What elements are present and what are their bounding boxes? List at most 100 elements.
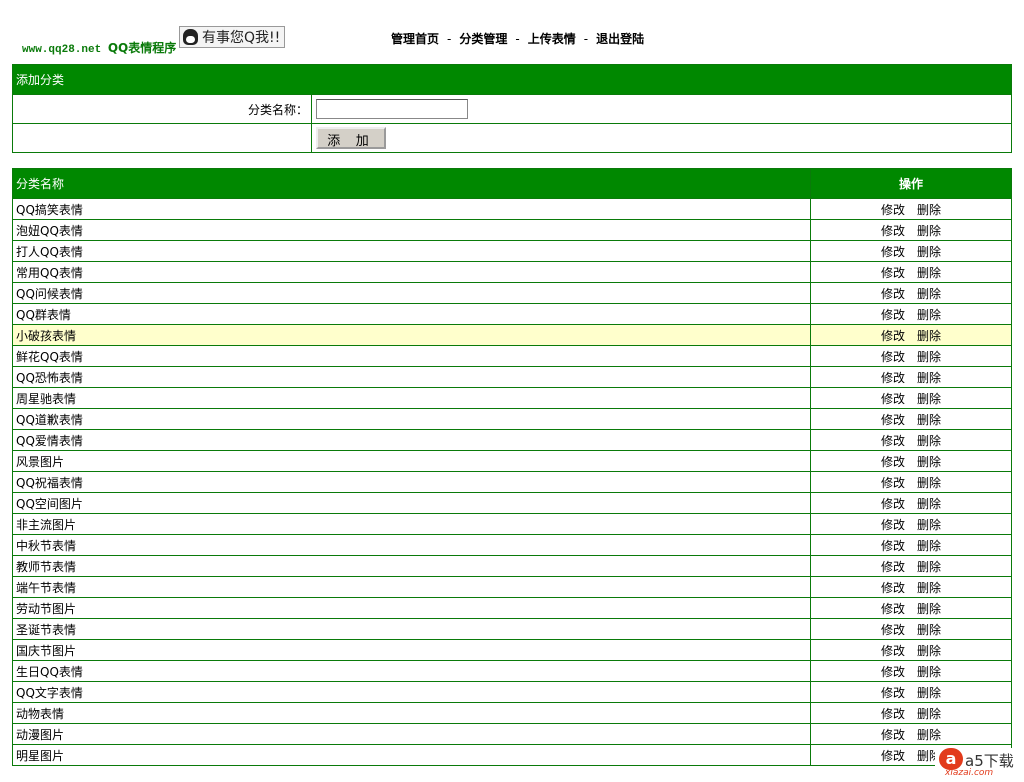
watermark-logo: a a5下载 xiazai.com (935, 748, 1015, 778)
edit-link[interactable]: 修改 (881, 371, 905, 385)
delete-link[interactable]: 删除 (917, 413, 941, 427)
site-logo[interactable]: www.qq28.net QQ表情程序 (22, 39, 176, 56)
edit-link[interactable]: 修改 (881, 224, 905, 238)
edit-link[interactable]: 修改 (881, 392, 905, 406)
edit-link[interactable]: 修改 (881, 749, 905, 763)
category-name: 泡妞QQ表情 (12, 219, 811, 241)
edit-link[interactable]: 修改 (881, 203, 905, 217)
delete-link[interactable]: 删除 (917, 476, 941, 490)
category-name: 教师节表情 (12, 555, 811, 577)
table-row: 风景图片 修改 删除 (12, 450, 1012, 472)
table-row: 圣诞节表情 修改 删除 (12, 618, 1012, 640)
edit-link[interactable]: 修改 (881, 350, 905, 364)
row-actions: 修改 删除 (810, 597, 1012, 619)
delete-link[interactable]: 删除 (917, 203, 941, 217)
nav-sep: - (583, 32, 589, 46)
category-name: 端午节表情 (12, 576, 811, 598)
row-actions: 修改 删除 (810, 282, 1012, 304)
delete-link[interactable]: 删除 (917, 455, 941, 469)
row-actions: 修改 删除 (810, 555, 1012, 577)
edit-link[interactable]: 修改 (881, 560, 905, 574)
nav-sep: - (447, 32, 452, 46)
table-row: QQ爱情表情 修改 删除 (12, 429, 1012, 451)
edit-link[interactable]: 修改 (881, 518, 905, 532)
edit-link[interactable]: 修改 (881, 455, 905, 469)
row-actions: 修改 删除 (810, 324, 1012, 346)
row-actions: 修改 删除 (810, 345, 1012, 367)
nav-categories[interactable]: 分类管理 (459, 32, 507, 46)
row-actions: 修改 删除 (810, 303, 1012, 325)
edit-link[interactable]: 修改 (881, 434, 905, 448)
category-name-input[interactable] (316, 99, 468, 119)
edit-link[interactable]: 修改 (881, 266, 905, 280)
add-button[interactable]: 添 加 (316, 127, 386, 149)
category-name: 风景图片 (12, 450, 811, 472)
edit-link[interactable]: 修改 (881, 623, 905, 637)
delete-link[interactable]: 删除 (917, 728, 941, 742)
add-category-form: 添加分类 分类名称： 添 加 (12, 64, 1012, 153)
edit-link[interactable]: 修改 (881, 581, 905, 595)
table-row: QQ空间图片 修改 删除 (12, 492, 1012, 514)
row-actions: 修改 删除 (810, 576, 1012, 598)
edit-link[interactable]: 修改 (881, 707, 905, 721)
row-actions: 修改 删除 (810, 198, 1012, 220)
edit-link[interactable]: 修改 (881, 308, 905, 322)
category-name: QQ群表情 (12, 303, 811, 325)
delete-link[interactable]: 删除 (917, 539, 941, 553)
delete-link[interactable]: 删除 (917, 707, 941, 721)
delete-link[interactable]: 删除 (917, 266, 941, 280)
table-row: 泡妞QQ表情 修改 删除 (12, 219, 1012, 241)
edit-link[interactable]: 修改 (881, 245, 905, 259)
delete-link[interactable]: 删除 (917, 686, 941, 700)
delete-link[interactable]: 删除 (917, 623, 941, 637)
edit-link[interactable]: 修改 (881, 476, 905, 490)
edit-link[interactable]: 修改 (881, 728, 905, 742)
a5-logo-icon: a (939, 748, 963, 770)
table-row: 小破孩表情 修改 删除 (12, 324, 1012, 346)
qq-contact-button[interactable]: 有事您Q我!! (179, 26, 285, 48)
row-actions: 修改 删除 (810, 429, 1012, 451)
delete-link[interactable]: 删除 (917, 287, 941, 301)
edit-link[interactable]: 修改 (881, 539, 905, 553)
category-name: QQ道歉表情 (12, 408, 811, 430)
delete-link[interactable]: 删除 (917, 350, 941, 364)
delete-link[interactable]: 删除 (917, 371, 941, 385)
edit-link[interactable]: 修改 (881, 329, 905, 343)
edit-link[interactable]: 修改 (881, 644, 905, 658)
edit-link[interactable]: 修改 (881, 413, 905, 427)
delete-link[interactable]: 删除 (917, 602, 941, 616)
nav-upload[interactable]: 上传表情 (528, 32, 576, 46)
nav-home[interactable]: 管理首页 (391, 32, 439, 46)
delete-link[interactable]: 删除 (917, 434, 941, 448)
nav-logout[interactable]: 退出登陆 (596, 32, 644, 46)
category-name: 鲜花QQ表情 (12, 345, 811, 367)
delete-link[interactable]: 删除 (917, 518, 941, 532)
delete-link[interactable]: 删除 (917, 560, 941, 574)
delete-link[interactable]: 删除 (917, 497, 941, 511)
delete-link[interactable]: 删除 (917, 665, 941, 679)
edit-link[interactable]: 修改 (881, 287, 905, 301)
category-name: 明星图片 (12, 744, 811, 766)
qq-penguin-icon (183, 29, 198, 45)
delete-link[interactable]: 删除 (917, 392, 941, 406)
app-name: QQ表情程序 (107, 41, 177, 55)
delete-link[interactable]: 删除 (917, 644, 941, 658)
table-row: 常用QQ表情 修改 删除 (12, 261, 1012, 283)
edit-link[interactable]: 修改 (881, 665, 905, 679)
delete-link[interactable]: 删除 (917, 329, 941, 343)
delete-link[interactable]: 删除 (917, 308, 941, 322)
delete-link[interactable]: 删除 (917, 581, 941, 595)
edit-link[interactable]: 修改 (881, 602, 905, 616)
table-row: QQ文字表情 修改 删除 (12, 681, 1012, 703)
table-row: 动漫图片 修改 删除 (12, 723, 1012, 745)
edit-link[interactable]: 修改 (881, 686, 905, 700)
edit-link[interactable]: 修改 (881, 497, 905, 511)
delete-link[interactable]: 删除 (917, 245, 941, 259)
category-table: 分类名称 操作 QQ搞笑表情 修改 删除 泡妞QQ表情 修改 删除 打人QQ表情 修改 删除 常用Q… (12, 168, 1012, 766)
delete-link[interactable]: 删除 (917, 224, 941, 238)
qq-badge-label: 有事您Q我!! (202, 30, 281, 46)
table-row: 劳动节图片 修改 删除 (12, 597, 1012, 619)
row-actions: 修改 删除 (810, 660, 1012, 682)
row-actions: 修改 删除 (810, 219, 1012, 241)
category-name: 中秋节表情 (12, 534, 811, 556)
